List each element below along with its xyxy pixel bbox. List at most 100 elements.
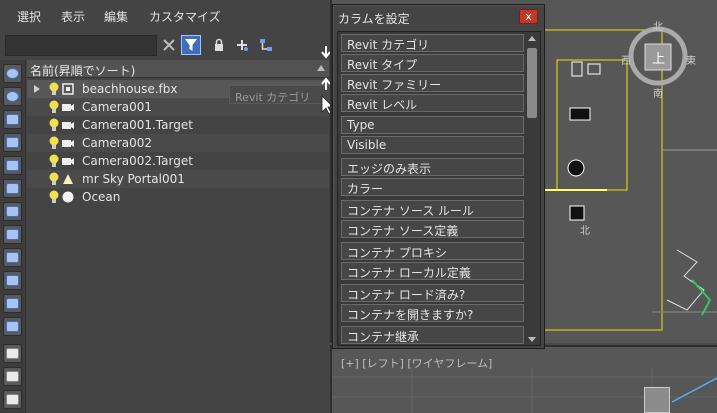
- column-item-label: エッジのみ表示: [347, 162, 432, 176]
- column-item[interactable]: Visible: [341, 136, 524, 154]
- add-link-icon[interactable]: [232, 35, 252, 55]
- column-item[interactable]: コンテナ ソース ルール: [341, 200, 524, 218]
- display-all-icon[interactable]: [3, 64, 22, 83]
- column-item[interactable]: Revit タイプ: [341, 54, 524, 72]
- row-name: Camera002: [82, 136, 152, 150]
- list-row-sky-portal[interactable]: mr Sky Portal001: [27, 170, 329, 188]
- column-item-label: コンテナ ローカル定義: [347, 266, 471, 280]
- column-item-label: コンテナを開きますか?: [347, 308, 474, 322]
- lightbulb-icon[interactable]: [49, 172, 59, 186]
- camera-icon: [62, 140, 74, 147]
- column-item-label: カラー: [347, 182, 384, 196]
- column-item[interactable]: Revit レベル: [341, 94, 524, 112]
- compass-north-label: 北: [580, 226, 590, 237]
- viewcube-east: 東: [686, 56, 696, 67]
- lightbulb-icon[interactable]: [49, 100, 59, 114]
- scroll-thumb[interactable]: [527, 48, 537, 118]
- column-item[interactable]: Revit ファミリー: [341, 74, 524, 92]
- bone-filter-icon[interactable]: [3, 271, 22, 290]
- column-item-label: コンテナ ソース ルール: [347, 204, 475, 218]
- column-item[interactable]: コンテナ ロード済み?: [341, 284, 524, 302]
- sphere-icon: [62, 191, 74, 203]
- lightbulb-icon[interactable]: [49, 136, 59, 150]
- geometry-filter-icon[interactable]: [3, 87, 22, 106]
- light-icon: [63, 174, 73, 184]
- column-item[interactable]: Type: [341, 116, 524, 134]
- column-item[interactable]: コンテナ ソース定義: [341, 220, 524, 238]
- column-item[interactable]: コンテナ プロキシ: [341, 242, 524, 260]
- column-item[interactable]: コンテナを開きますか?: [341, 304, 524, 322]
- list-row-ocean[interactable]: Ocean: [27, 188, 329, 206]
- menu-bar: 選択 表示 編集 カスタマイズ: [0, 0, 330, 30]
- container-filter-icon[interactable]: [3, 294, 22, 313]
- column-item[interactable]: Revit カテゴリ: [341, 34, 524, 52]
- row-name: beachhouse.fbx: [82, 82, 178, 96]
- scroll-down-icon[interactable]: [528, 337, 536, 342]
- container-icon: [62, 83, 74, 95]
- clear-search-icon[interactable]: [159, 35, 179, 55]
- camera-icon: [62, 122, 74, 129]
- column-item[interactable]: コンテナ継承: [341, 326, 524, 344]
- expand-arrow-icon[interactable]: [34, 85, 40, 93]
- row-name: Camera001: [82, 100, 152, 114]
- column-item[interactable]: カラー: [341, 178, 524, 196]
- column-list: Revit カテゴリ Revit タイプ Revit ファミリー Revit レ…: [337, 31, 541, 346]
- menu-select[interactable]: 選択: [17, 10, 41, 24]
- column-settings-dialog: カラムを設定 x Revit カテゴリ Revit タイプ Revit ファミリ…: [332, 4, 545, 349]
- spacewarp-filter-icon[interactable]: [3, 202, 22, 221]
- column-item-label: コンテナ継承: [347, 330, 420, 344]
- row-name: mr Sky Portal001: [82, 172, 185, 186]
- column-item-label: コンテナ プロキシ: [347, 246, 447, 260]
- menu-customize[interactable]: カスタマイズ: [149, 10, 221, 24]
- scene-explorer: 選択 表示 編集 カスタマイズ 名前(昇順でソート) beachhouse.fb…: [0, 0, 334, 413]
- column-item[interactable]: コンテナ ローカル定義: [341, 262, 524, 280]
- select-invert-icon[interactable]: [3, 390, 22, 409]
- column-header-label: 名前(昇順でソート): [30, 64, 136, 78]
- group-filter-icon[interactable]: [3, 225, 22, 244]
- column-header-name[interactable]: 名前(昇順でソート): [27, 60, 329, 78]
- camera-icon: [62, 158, 74, 165]
- row-name: Ocean: [82, 190, 121, 204]
- frozen-filter-icon[interactable]: [3, 317, 22, 336]
- xref-filter-icon[interactable]: [3, 248, 22, 267]
- filter-sidebar: [0, 60, 26, 413]
- lightbulb-icon[interactable]: [49, 118, 59, 132]
- viewcube-west: 西: [621, 56, 631, 67]
- close-button[interactable]: x: [519, 9, 538, 24]
- scene-list: 名前(昇順でソート) beachhouse.fbx Camera001 Came…: [27, 60, 329, 413]
- search-input[interactable]: [5, 35, 157, 56]
- column-list-scrollbar[interactable]: [526, 33, 539, 345]
- lightbulb-icon[interactable]: [49, 154, 59, 168]
- list-row-camera002[interactable]: Camera002: [27, 134, 329, 152]
- menu-edit[interactable]: 編集: [104, 10, 128, 24]
- select-all-icon[interactable]: [3, 344, 22, 363]
- lightbulb-icon[interactable]: [49, 190, 59, 204]
- light-filter-icon[interactable]: [3, 133, 22, 152]
- row-name: Camera001.Target: [82, 118, 193, 132]
- column-item[interactable]: エッジのみ表示: [341, 158, 524, 176]
- menu-view[interactable]: 表示: [61, 10, 85, 24]
- column-item-label: Revit タイプ: [347, 58, 418, 72]
- list-row-camera002-target[interactable]: Camera002.Target: [27, 152, 329, 170]
- hierarchy-icon[interactable]: [256, 35, 276, 55]
- list-row-camera001-target[interactable]: Camera001.Target: [27, 116, 329, 134]
- select-none-icon[interactable]: [3, 367, 22, 386]
- viewcube-south: 南: [653, 89, 663, 100]
- helper-filter-icon[interactable]: [3, 179, 22, 198]
- row-name: Camera002.Target: [82, 154, 193, 168]
- column-item-label: Revit レベル: [347, 98, 418, 112]
- viewcube-top-face[interactable]: 上: [652, 48, 665, 67]
- drag-column-ghost: Revit カテゴリ: [229, 85, 331, 104]
- lightbulb-icon[interactable]: [49, 82, 59, 96]
- drag-column-label: Revit カテゴリ: [235, 91, 311, 104]
- column-item-label: Visible: [347, 138, 387, 152]
- filter-icon[interactable]: [181, 35, 201, 55]
- column-item-label: Revit カテゴリ: [347, 38, 430, 52]
- camera-filter-icon[interactable]: [3, 156, 22, 175]
- lock-icon[interactable]: [209, 35, 229, 55]
- viewcube-left-face[interactable]: [644, 387, 670, 413]
- shape-filter-icon[interactable]: [3, 110, 22, 129]
- scroll-up-icon[interactable]: [528, 36, 536, 41]
- column-item-label: Revit ファミリー: [347, 78, 442, 92]
- viewport-left[interactable]: [+] [レフト] [ワイヤフレーム]: [330, 345, 717, 413]
